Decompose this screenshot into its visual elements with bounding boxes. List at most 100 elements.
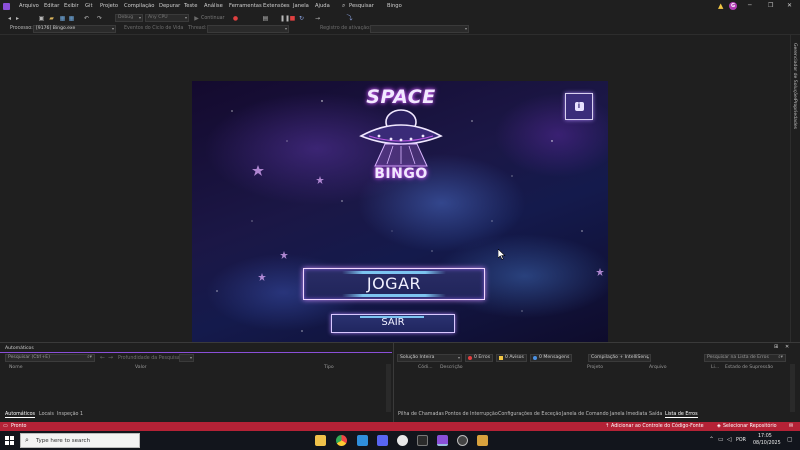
continue-icon[interactable]: ▶ bbox=[193, 15, 200, 22]
back-icon[interactable]: ◂ bbox=[6, 15, 13, 22]
language-indicator[interactable]: POR bbox=[736, 438, 746, 443]
warning-icon[interactable]: ▲ bbox=[718, 2, 723, 10]
continue-label[interactable]: Continuar bbox=[201, 16, 225, 21]
stack-frame-dropdown[interactable]: ▾ bbox=[370, 25, 469, 33]
autos-column-name[interactable]: Nome bbox=[9, 365, 23, 370]
play-button[interactable]: JOGAR bbox=[303, 268, 485, 300]
bottom-tab-2[interactable]: Configurações de Exceção bbox=[498, 412, 561, 417]
errors-column-project[interactable]: Projeto bbox=[587, 365, 603, 370]
errors-column-suppression[interactable]: Estado de Supressão bbox=[725, 365, 773, 370]
errors-column-line[interactable]: Li... bbox=[711, 365, 719, 370]
build-filter-dropdown[interactable]: Compilação + IntelliSens ▾ bbox=[588, 354, 651, 362]
bottom-tab-1[interactable]: Pontos de Interrupção bbox=[445, 412, 498, 417]
panel-pin-icon[interactable]: ⊞ bbox=[774, 344, 778, 350]
autos-column-value[interactable]: Valor bbox=[135, 365, 147, 370]
autos-column-type[interactable]: Tipo bbox=[324, 365, 334, 370]
minimize-button[interactable]: ─ bbox=[748, 2, 752, 9]
process-dropdown[interactable]: [9176] Bingo.exe ▾ bbox=[33, 25, 116, 33]
errors-column-description[interactable]: Descrição bbox=[440, 365, 463, 370]
solution-explorer-tab[interactable]: Gerenciador de Soluções bbox=[792, 43, 797, 100]
github-icon[interactable] bbox=[397, 435, 408, 446]
nav-back-icon[interactable]: ← bbox=[100, 354, 105, 361]
errors-count-button[interactable]: 0 Erros bbox=[465, 354, 494, 362]
tray-chevron-icon[interactable]: ⌃ bbox=[709, 436, 714, 443]
warnings-count-button[interactable]: 0 Avisos bbox=[496, 354, 527, 362]
menu-item-git[interactable]: Git bbox=[85, 3, 93, 9]
errors-column-file[interactable]: Arquivo bbox=[649, 365, 667, 370]
stop-icon[interactable]: ■ bbox=[289, 15, 296, 22]
save-all-icon[interactable]: ▦ bbox=[68, 15, 75, 22]
bottom-tab-5[interactable]: Saída bbox=[649, 412, 662, 417]
bottom-tab-4[interactable]: Janela Imediata bbox=[610, 412, 647, 417]
menu-item-projeto[interactable]: Projeto bbox=[100, 3, 118, 9]
menu-item-compilação[interactable]: Compilação bbox=[124, 3, 154, 9]
volume-icon[interactable]: ◁ bbox=[727, 436, 732, 443]
select-repository[interactable]: Selecionar Repositório bbox=[723, 424, 777, 429]
hot-reload-icon[interactable]: ● bbox=[232, 15, 239, 22]
menu-item-arquivo[interactable]: Arquivo bbox=[19, 3, 39, 9]
vscode-icon[interactable] bbox=[357, 435, 368, 446]
menu-search[interactable]: Pesquisar bbox=[349, 3, 374, 9]
taskbar-search-box[interactable]: ⌕ Type here to search bbox=[20, 433, 140, 448]
menu-item-editar[interactable]: Editar bbox=[44, 3, 59, 9]
redo-icon[interactable]: ↷ bbox=[96, 15, 103, 22]
forward-icon[interactable]: ▸ bbox=[14, 15, 21, 22]
exit-button[interactable]: SAIR bbox=[331, 314, 455, 333]
clock-date[interactable]: 08/10/2025 bbox=[753, 441, 781, 446]
chrome-icon[interactable] bbox=[336, 435, 347, 446]
properties-tab[interactable]: Propriedades bbox=[792, 99, 797, 129]
menu-item-ferramentas[interactable]: Ferramentas bbox=[229, 3, 262, 9]
discord-icon[interactable] bbox=[377, 435, 388, 446]
notifications-icon[interactable]: ✉ bbox=[789, 423, 793, 429]
user-avatar[interactable]: G bbox=[729, 2, 737, 10]
diagnostics-icon[interactable]: ▤ bbox=[262, 15, 269, 22]
config-dropdown[interactable]: Debug ▾ bbox=[115, 14, 143, 22]
bottom-tab-6[interactable]: Lista de Erros bbox=[665, 412, 698, 418]
network-icon[interactable]: ▭ bbox=[718, 436, 724, 443]
autos-tab-2[interactable]: Inspeção 1 bbox=[57, 412, 83, 417]
autos-tab-0[interactable]: Automáticos bbox=[5, 412, 36, 418]
menu-item-depurar[interactable]: Depurar bbox=[159, 3, 180, 9]
bottom-tab-3[interactable]: Janela de Comando bbox=[562, 412, 609, 417]
autos-scrollbar[interactable] bbox=[386, 364, 391, 412]
info-button[interactable]: i bbox=[565, 93, 593, 120]
new-project-icon[interactable]: ▣ bbox=[38, 15, 45, 22]
app-icon[interactable] bbox=[417, 435, 428, 446]
file-explorer-icon[interactable] bbox=[315, 435, 326, 446]
open-icon[interactable]: ▰ bbox=[48, 15, 55, 22]
errors-scrollbar[interactable] bbox=[790, 364, 795, 412]
search-depth-dropdown[interactable]: ▾ bbox=[179, 354, 194, 362]
platform-dropdown[interactable]: Any CPU ▾ bbox=[145, 14, 189, 22]
clock-time[interactable]: 17:05 bbox=[758, 434, 772, 439]
errors-column-code[interactable]: Códi... bbox=[418, 365, 433, 370]
panel-close-icon[interactable]: ✕ bbox=[785, 344, 789, 350]
menu-item-janela[interactable]: Janela bbox=[293, 3, 309, 9]
notification-center-icon[interactable]: ▢ bbox=[787, 436, 793, 443]
app-window-icon[interactable] bbox=[477, 435, 488, 446]
thread-dropdown[interactable]: ▾ bbox=[207, 25, 289, 33]
bottom-tab-0[interactable]: Pilha de Chamadas bbox=[398, 412, 444, 417]
menu-item-análise[interactable]: Análise bbox=[204, 3, 223, 9]
error-list-search[interactable]: Pesquisar na Lista de Erros ⌕▾ bbox=[704, 354, 786, 362]
close-button[interactable]: ✕ bbox=[787, 2, 792, 9]
messages-count-button[interactable]: 0 Mensagens bbox=[530, 354, 573, 362]
error-scope-dropdown[interactable]: Solução Inteira ▾ bbox=[397, 354, 462, 362]
undo-icon[interactable]: ↶ bbox=[83, 15, 90, 22]
autos-search-input[interactable]: Pesquisar (Ctrl+E) ⌕▾ bbox=[5, 354, 95, 362]
nav-forward-icon[interactable]: → bbox=[108, 354, 113, 361]
windows-start-icon[interactable] bbox=[5, 436, 14, 445]
search-icon[interactable]: ⌕ bbox=[342, 2, 345, 10]
step-icon[interactable]: ⤵ bbox=[346, 15, 353, 22]
restart-icon[interactable]: ↻ bbox=[298, 15, 305, 22]
restore-button[interactable]: ❐ bbox=[768, 2, 773, 9]
unity-icon[interactable] bbox=[457, 435, 468, 446]
lifecycle-events-label[interactable]: Eventos do Ciclo de Vida bbox=[124, 26, 183, 31]
menu-item-ajuda[interactable]: Ajuda bbox=[315, 3, 330, 9]
add-to-source-control[interactable]: Adicionar ao Controle do Código-Fonte bbox=[611, 424, 704, 429]
pause-icon[interactable]: ❚❚ bbox=[280, 15, 290, 22]
visual-studio-icon[interactable] bbox=[437, 435, 448, 446]
menu-item-teste[interactable]: Teste bbox=[184, 3, 197, 9]
menu-item-extensões[interactable]: Extensões bbox=[263, 3, 290, 9]
autos-tab-1[interactable]: Locais bbox=[39, 412, 54, 417]
save-icon[interactable]: ▦ bbox=[59, 15, 66, 22]
